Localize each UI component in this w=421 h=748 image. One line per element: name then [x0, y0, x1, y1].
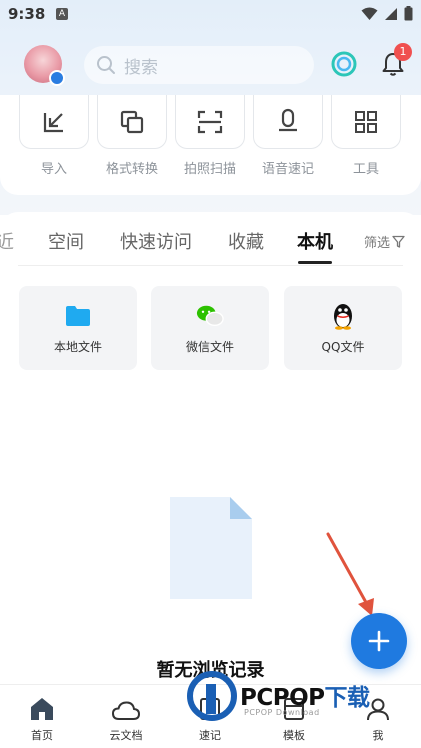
nav-label: 我 [372, 729, 384, 742]
source-local-files[interactable]: 本地文件 [19, 286, 137, 370]
cloud-icon [112, 701, 140, 720]
add-button[interactable] [351, 613, 407, 669]
tool-voice-note[interactable]: 语音速记 [253, 95, 323, 177]
avatar[interactable] [24, 45, 65, 86]
wechat-icon [196, 305, 224, 327]
filter-icon [392, 235, 405, 248]
divider [18, 265, 403, 266]
tool-label: 工具 [352, 162, 379, 177]
status-bar: 9:38 A [0, 0, 421, 30]
notification-count-badge: 1 [394, 43, 412, 61]
filter-label: 筛选 [363, 236, 390, 251]
wifi-icon [361, 7, 378, 20]
avatar-vip-badge [49, 70, 65, 86]
nav-label: 云文档 [109, 729, 143, 742]
annotation-arrow [326, 532, 374, 616]
empty-document-illustration [170, 497, 252, 599]
notification-letter-icon: A [56, 8, 68, 20]
scan-icon [197, 110, 223, 133]
plus-icon [368, 630, 390, 652]
ai-assistant-icon[interactable] [330, 50, 358, 78]
tool-label: 语音速记 [261, 162, 314, 177]
folder-icon [66, 306, 90, 326]
tool-label: 拍照扫描 [183, 162, 236, 177]
qq-icon [334, 304, 352, 330]
tab-local[interactable]: 本机 [297, 228, 333, 254]
watermark-cn: 下载 [324, 685, 371, 711]
search-icon [97, 56, 115, 74]
tool-import[interactable]: 导入 [19, 95, 89, 177]
microphone-icon [279, 108, 297, 131]
nav-label: 模板 [283, 729, 305, 742]
source-qq-files[interactable]: QQ文件 [284, 286, 402, 370]
watermark: PCPOP下载 PCPOP Download [186, 668, 421, 728]
source-wechat-files[interactable]: 微信文件 [151, 286, 269, 370]
format-convert-icon [120, 110, 144, 133]
tool-more-tools[interactable]: 工具 [331, 95, 401, 177]
watermark-subtext: PCPOP Download [244, 708, 320, 717]
battery-icon [404, 6, 413, 21]
tab-recent[interactable]: 近 [0, 228, 14, 254]
watermark-logo [187, 671, 237, 721]
tool-label: 格式转换 [105, 162, 158, 177]
grid-icon [355, 110, 377, 133]
import-icon [43, 112, 63, 132]
signal-icon [385, 7, 397, 20]
home-icon [31, 698, 53, 720]
tool-label: 导入 [40, 162, 67, 177]
filter-button[interactable]: 筛选 [364, 232, 405, 251]
tab-favorites[interactable]: 收藏 [228, 228, 264, 254]
source-label: 微信文件 [185, 340, 234, 354]
search-placeholder: 搜索 [124, 57, 158, 78]
search-input[interactable]: 搜索 [84, 46, 314, 84]
tab-space[interactable]: 空间 [48, 228, 84, 254]
tab-bar: 近 空间 快速访问 收藏 本机 筛选 [0, 226, 421, 264]
watermark-text: PCPOP下载 [240, 678, 370, 712]
status-icons [361, 6, 413, 21]
tab-quick-access[interactable]: 快速访问 [120, 228, 192, 254]
tool-format-convert[interactable]: 格式转换 [97, 95, 167, 177]
source-label: 本地文件 [53, 340, 102, 354]
active-tab-indicator [298, 261, 332, 264]
status-time: 9:38 [8, 5, 46, 23]
nav-label: 速记 [199, 729, 221, 742]
quick-tools-panel: 导入 格式转换 拍照扫描 语音速记 工具 [0, 95, 421, 195]
tool-scan[interactable]: 拍照扫描 [175, 95, 245, 177]
nav-label: 首页 [31, 729, 53, 742]
nav-home[interactable]: 首页 [12, 693, 72, 743]
nav-cloud-docs[interactable]: 云文档 [96, 693, 156, 743]
source-label: QQ文件 [321, 340, 365, 354]
